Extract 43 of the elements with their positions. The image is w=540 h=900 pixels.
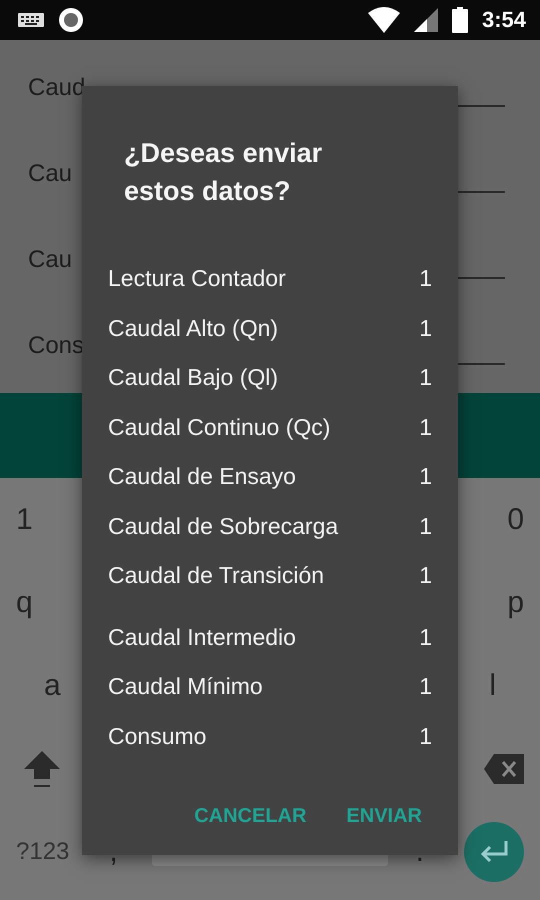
- key[interactable]: 0: [507, 502, 524, 536]
- record-icon: [58, 7, 84, 33]
- field-label: Cau: [28, 159, 72, 189]
- item-label: Caudal Intermedio: [108, 624, 296, 651]
- item-label: Caudal de Sobrecarga: [108, 512, 338, 540]
- dialog-button[interactable]: CANCELAR: [184, 797, 316, 836]
- item-value: 1: [419, 314, 432, 342]
- enter-icon: [479, 840, 509, 862]
- item-value: 1: [419, 463, 432, 490]
- item-value: 1: [419, 562, 432, 590]
- item-label: Caudal de Ensayo: [108, 463, 296, 490]
- item-value: 1: [419, 624, 432, 651]
- backspace-icon[interactable]: [484, 754, 524, 784]
- item-label: Caudal Bajo (Ql): [108, 364, 278, 392]
- item-label: Caudal Mínimo: [108, 673, 263, 700]
- item-label: Caudal de Transición: [108, 562, 324, 590]
- dialog-title: ¿Deseas enviar estos datos?: [123, 137, 324, 208]
- clock: 3:54: [482, 7, 526, 33]
- item-value: 1: [419, 265, 432, 292]
- item-value: 1: [419, 364, 432, 392]
- key[interactable]: ?123: [16, 838, 70, 866]
- shift-icon[interactable]: [22, 748, 62, 788]
- item-value: 1: [419, 722, 432, 750]
- battery-icon: [452, 7, 468, 33]
- item-value: 1: [419, 512, 432, 540]
- key[interactable]: 1: [16, 502, 33, 536]
- item-label: Caudal Continuo (Qc): [108, 414, 330, 441]
- keyboard-icon: [18, 13, 44, 27]
- field-label: Cau: [28, 245, 72, 275]
- item-label: Consumo: [108, 722, 206, 750]
- dialog-button[interactable]: ENVIAR: [336, 797, 432, 836]
- key[interactable]: q: [16, 586, 33, 620]
- key[interactable]: a: [44, 668, 61, 702]
- field-label: Caud: [28, 73, 86, 103]
- item-value: 1: [419, 414, 432, 441]
- item-label: Caudal Alto (Qn): [108, 314, 278, 342]
- key[interactable]: p: [507, 586, 524, 620]
- item-value: 1: [419, 673, 432, 700]
- key[interactable]: l: [489, 668, 496, 702]
- signal-icon: [414, 8, 438, 32]
- wifi-icon: [368, 7, 400, 33]
- field-label: Cons: [28, 331, 84, 361]
- item-label: Lectura Contador: [108, 265, 286, 292]
